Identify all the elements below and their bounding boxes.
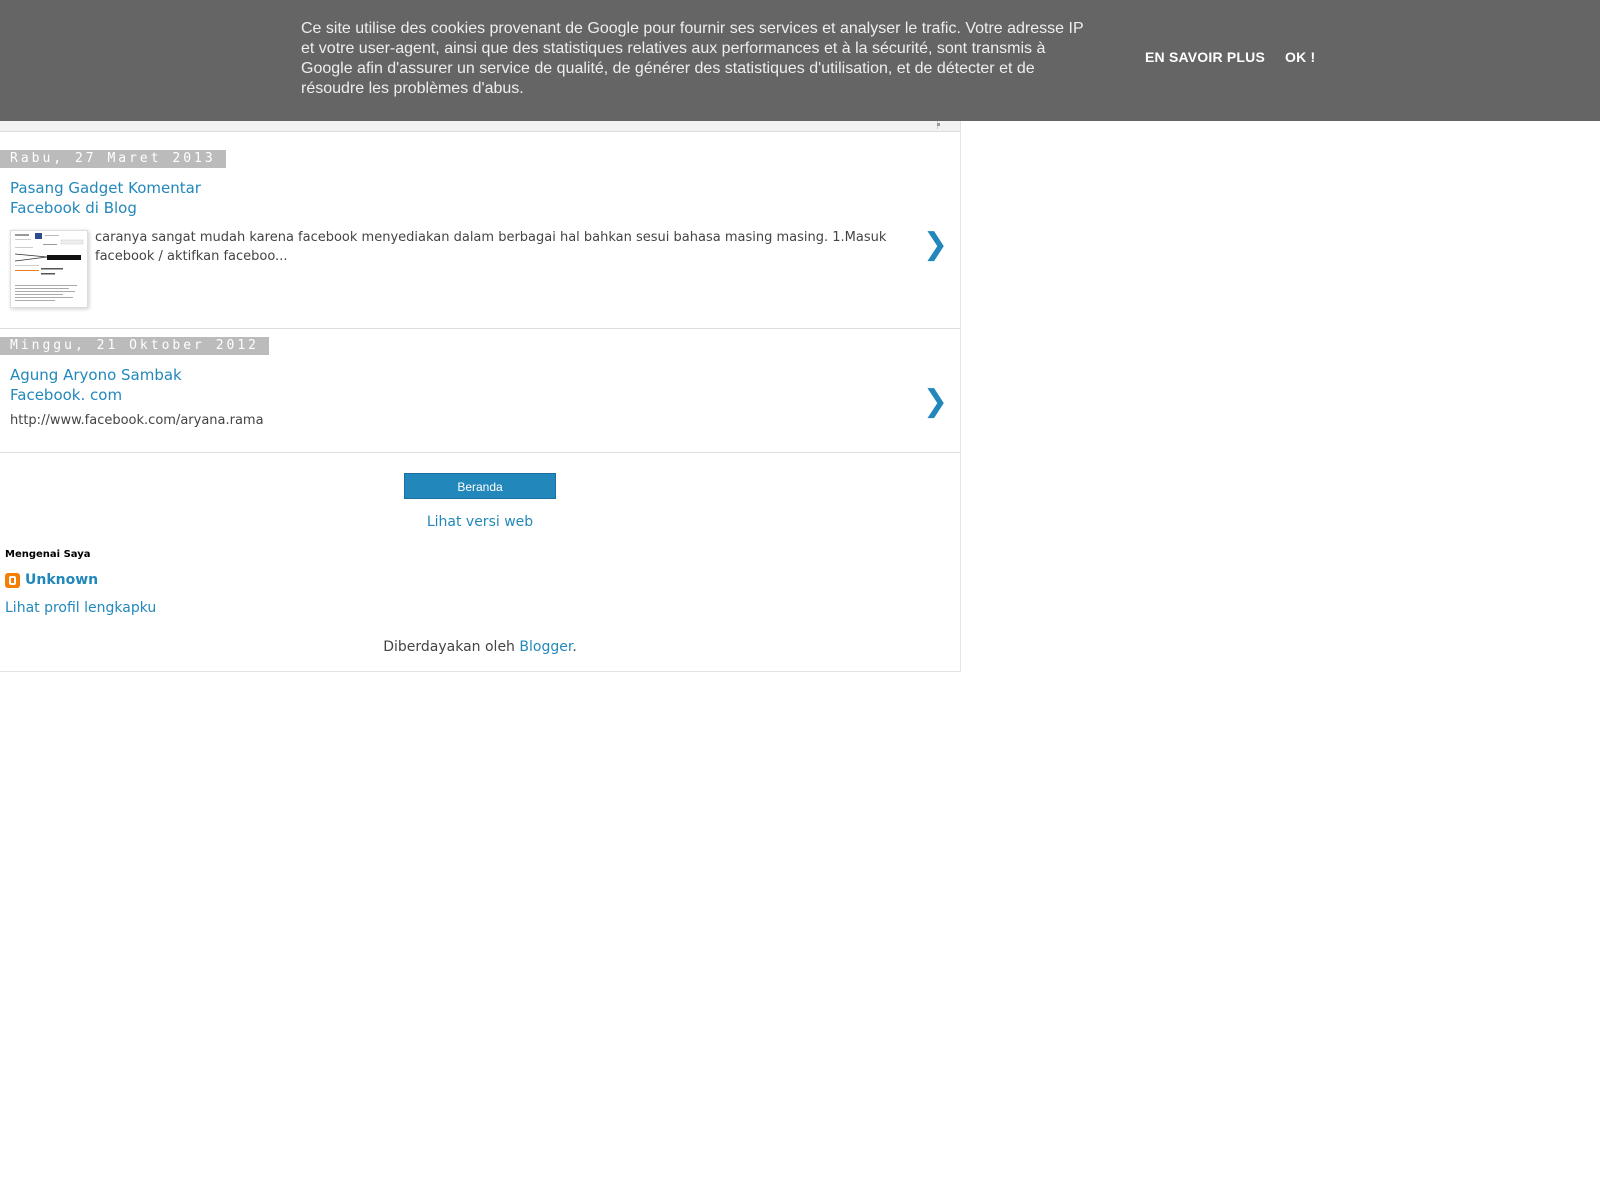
accept-cookies-button[interactable]: OK ! bbox=[1285, 49, 1315, 65]
header-strip bbox=[0, 115, 960, 132]
post-item: Minggu, 21 Oktober 2012 Agung Aryono Sam… bbox=[0, 337, 960, 453]
view-profile-link[interactable]: Lihat profil lengkapku bbox=[5, 600, 156, 616]
web-version-link-text[interactable]: Lihat versi web bbox=[427, 514, 533, 530]
thumbnail-image bbox=[11, 231, 87, 307]
chevron-right-icon[interactable]: ❯ bbox=[923, 387, 948, 417]
post-date: Minggu, 21 Oktober 2012 bbox=[0, 337, 270, 355]
blog-content: Rabu, 27 Maret 2013 Pasang Gadget Koment… bbox=[0, 115, 961, 672]
post-date: Rabu, 27 Maret 2013 bbox=[0, 150, 226, 168]
post-title-link[interactable]: Pasang Gadget Komentar Facebook di Blog bbox=[10, 178, 230, 218]
powered-by: Diberdayakan oleh Blogger. bbox=[0, 639, 960, 655]
profile-name-link[interactable]: Unknown bbox=[25, 572, 98, 588]
blogger-icon bbox=[5, 572, 20, 588]
post-title-link[interactable]: Agung Aryono Sambak Facebook. com bbox=[10, 365, 230, 405]
chevron-right-icon[interactable]: ❯ bbox=[923, 230, 948, 260]
web-version-link: Lihat versi web bbox=[0, 514, 960, 530]
page: Ce site utilise des cookies provenant de… bbox=[0, 0, 1600, 1200]
cookie-actions: EN SAVOIR PLUS OK ! bbox=[1145, 49, 1315, 65]
divider bbox=[937, 123, 940, 126]
learn-more-button[interactable]: EN SAVOIR PLUS bbox=[1145, 49, 1265, 65]
post-snippet: caranya sangat mudah karena facebook men… bbox=[95, 230, 887, 264]
post-thumbnail[interactable] bbox=[10, 230, 88, 308]
blogger-link[interactable]: Blogger bbox=[519, 639, 572, 655]
cookie-message: Ce site utilise des cookies provenant de… bbox=[301, 20, 1084, 97]
profile-row: Unknown bbox=[5, 572, 98, 588]
cookie-banner: Ce site utilise des cookies provenant de… bbox=[0, 0, 1600, 121]
powered-by-prefix: Diberdayakan oleh bbox=[383, 639, 520, 655]
powered-by-suffix: . bbox=[572, 639, 577, 655]
about-me-heading: Mengenai Saya bbox=[5, 549, 91, 560]
post-item: Rabu, 27 Maret 2013 Pasang Gadget Koment… bbox=[0, 150, 960, 329]
home-button[interactable]: Beranda bbox=[404, 473, 556, 499]
post-snippet: http://www.facebook.com/aryana.rama bbox=[10, 413, 264, 428]
